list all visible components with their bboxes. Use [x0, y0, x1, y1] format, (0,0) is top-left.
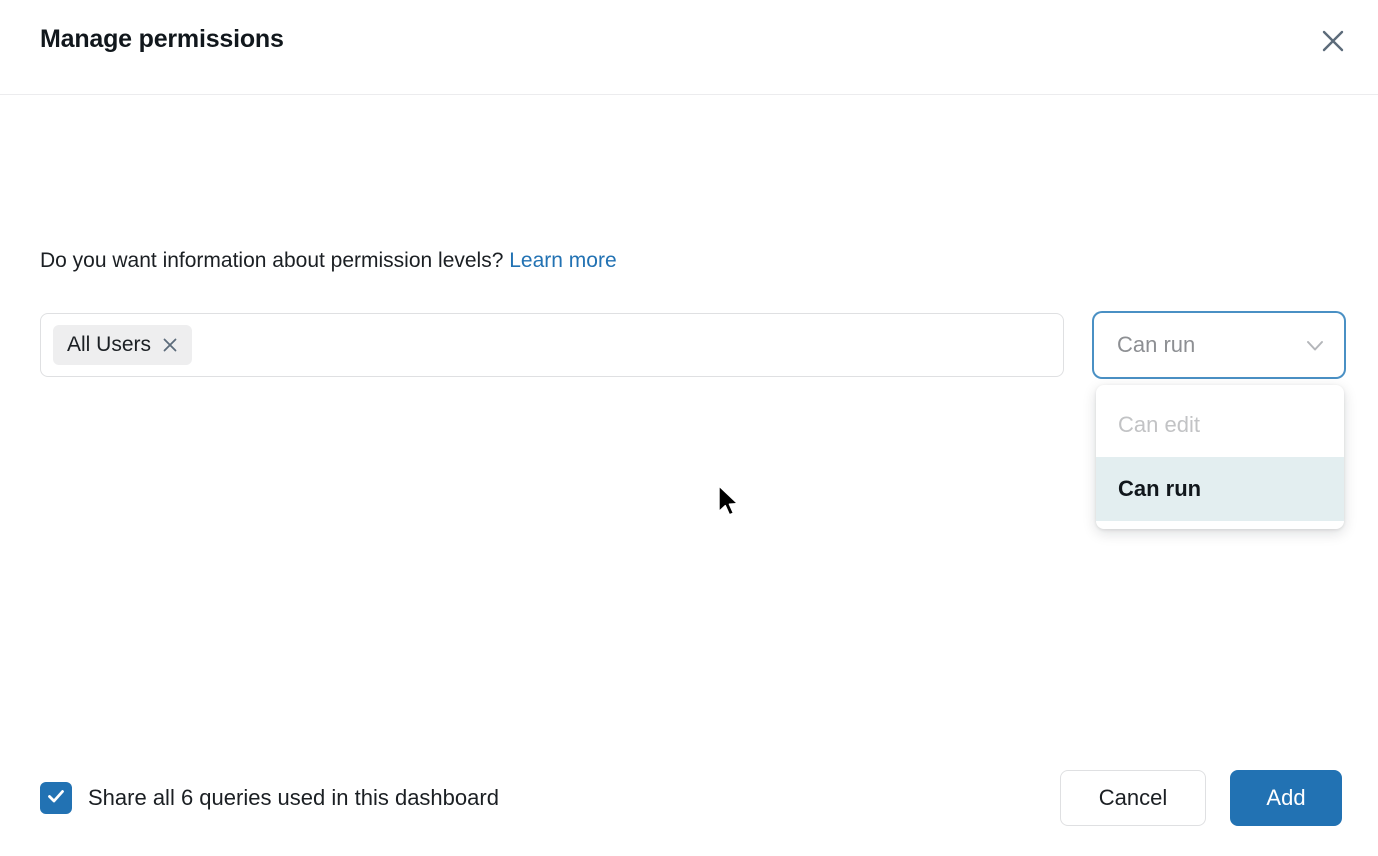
permission-option-label: Can run	[1118, 476, 1201, 502]
footer-actions: Cancel Add	[1060, 770, 1342, 826]
chip-all-users[interactable]: All Users	[53, 325, 192, 365]
permission-info-text: Do you want information about permission…	[40, 249, 503, 272]
dialog-header: Manage permissions	[0, 0, 1378, 95]
permission-option-label: Can edit	[1118, 412, 1200, 438]
share-queries-checkbox-row[interactable]: Share all 6 queries used in this dashboa…	[40, 782, 499, 814]
permission-level-control: Can run Can edit Can run	[1094, 313, 1344, 377]
chip-remove-icon[interactable]	[160, 335, 180, 355]
close-icon	[1320, 28, 1346, 54]
chip-label: All Users	[67, 333, 151, 357]
permission-level-dropdown: Can edit Can run	[1096, 385, 1344, 529]
permission-option-can-run[interactable]: Can run	[1096, 457, 1344, 521]
share-queries-label: Share all 6 queries used in this dashboa…	[88, 785, 499, 811]
close-button[interactable]	[1310, 18, 1356, 64]
principals-input-field[interactable]: All Users	[40, 313, 1064, 377]
add-button[interactable]: Add	[1230, 770, 1342, 826]
permission-level-value: Can run	[1117, 332, 1301, 358]
check-icon	[45, 785, 67, 812]
chevron-down-icon[interactable]	[1301, 331, 1329, 359]
page-title: Manage permissions	[40, 25, 284, 54]
dialog-footer: Share all 6 queries used in this dashboa…	[0, 740, 1378, 856]
principals-search-input[interactable]	[192, 333, 1051, 357]
share-queries-checkbox[interactable]	[40, 782, 72, 814]
cancel-button[interactable]: Cancel	[1060, 770, 1206, 826]
manage-permissions-dialog: Manage permissions Do you want informati…	[0, 0, 1378, 856]
learn-more-link[interactable]: Learn more	[509, 249, 616, 272]
permission-option-can-edit: Can edit	[1096, 393, 1344, 457]
permission-info-line: Do you want information about permission…	[40, 247, 617, 275]
permission-level-select[interactable]: Can run	[1094, 313, 1344, 377]
